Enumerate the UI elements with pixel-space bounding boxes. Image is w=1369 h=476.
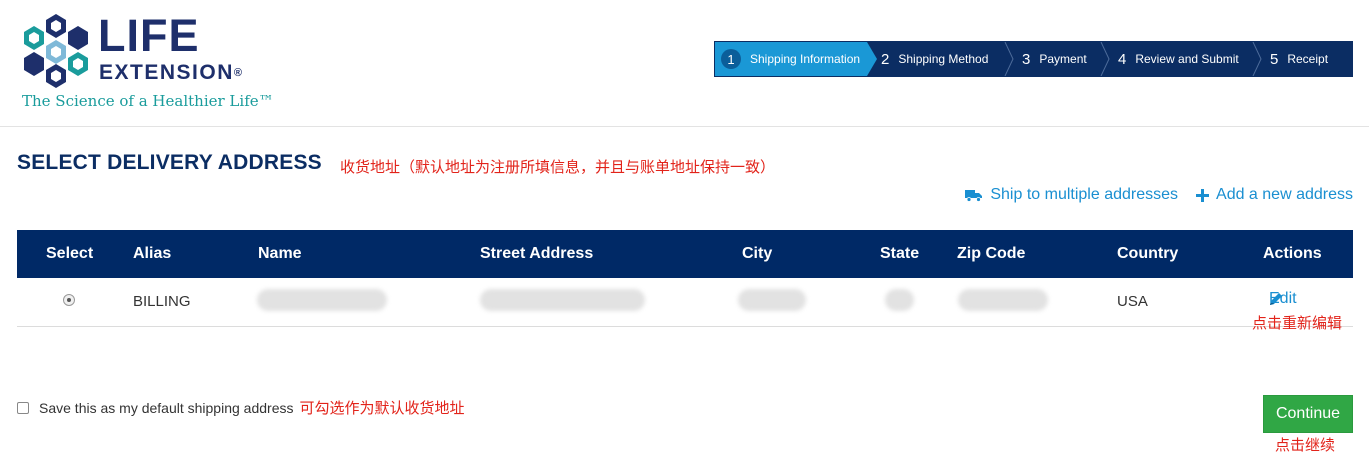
step-shipping-information: 1 Shipping Information (715, 42, 877, 76)
edit-annotation: 点击重新编辑 (1252, 315, 1343, 332)
add-new-address-link[interactable]: Add a new address (1196, 186, 1353, 204)
page-title: SELECT DELIVERY ADDRESS (17, 151, 322, 174)
column-header-street-address: Street Address (480, 245, 594, 262)
step-label: Receipt (1287, 52, 1329, 66)
save-default-checkbox[interactable] (17, 401, 29, 414)
column-header-state: State (880, 245, 920, 262)
step-number: 4 (1118, 50, 1127, 68)
title-annotation: 收货地址（默认地址为注册所填信息，并且与账单地址保持一致） (340, 159, 776, 176)
country-cell: USA (1117, 293, 1148, 310)
column-header-select: Select (46, 245, 94, 262)
step-number: 5 (1270, 50, 1279, 68)
step-label: Review and Submit (1135, 52, 1239, 66)
life-extension-logo[interactable]: LIFE EXTENSION® The Science of a Healthi… (20, 10, 300, 115)
chevron-right-icon (1100, 42, 1110, 76)
edit-address-link[interactable]: Edit (1269, 290, 1297, 307)
column-header-name: Name (258, 245, 302, 262)
state-cell-redacted (885, 289, 914, 311)
column-header-zip-code: Zip Code (957, 245, 1026, 262)
alias-cell: BILLING (133, 293, 191, 310)
step-number: 1 (721, 49, 741, 69)
step-review-and-submit: 4 Review and Submit (1104, 42, 1262, 76)
step-payment: 3 Payment (1008, 42, 1110, 76)
step-arrow (867, 42, 877, 76)
ship-multiple-label: Ship to multiple addresses (990, 186, 1179, 203)
add-new-address-label: Add a new address (1216, 186, 1353, 203)
step-label: Shipping Method (898, 52, 989, 66)
chevron-right-icon (1252, 42, 1262, 76)
save-default-row: Save this as my default shipping address… (17, 397, 465, 418)
truck-icon (965, 189, 983, 202)
step-label: Payment (1039, 52, 1087, 66)
address-action-links: Ship to multiple addresses Add a new add… (965, 186, 1353, 204)
logo-hexagon-icon (24, 14, 88, 88)
checkout-progress-steps: 1 Shipping Information 2 Shipping Method… (714, 41, 1353, 77)
edit-label: Edit (1269, 290, 1297, 307)
select-address-radio[interactable] (63, 294, 75, 306)
street-address-cell-redacted (480, 289, 645, 311)
step-shipping-method: 2 Shipping Method (867, 42, 1014, 76)
step-number: 2 (881, 50, 890, 68)
step-receipt: 5 Receipt (1256, 42, 1352, 76)
chevron-right-icon (1004, 42, 1014, 76)
logo-text-extension: EXTENSION® (99, 61, 244, 84)
column-header-actions: Actions (1263, 245, 1322, 262)
name-cell-redacted (257, 289, 387, 311)
continue-annotation: 点击继续 (1275, 437, 1336, 454)
address-table-header: Select Alias Name Street Address City St… (17, 230, 1353, 278)
table-row: BILLING USA Edit (17, 278, 1353, 327)
plus-icon (1196, 188, 1210, 202)
step-label: Shipping Information (750, 52, 861, 66)
ship-multiple-addresses-link[interactable]: Ship to multiple addresses (965, 186, 1178, 204)
save-default-annotation: 可勾选作为默认收货地址 (299, 400, 465, 417)
save-default-label[interactable]: Save this as my default shipping address (39, 400, 293, 416)
city-cell-redacted (738, 289, 806, 311)
logo-tagline: The Science of a Healthier Life™ (22, 92, 274, 110)
site-header: LIFE EXTENSION® The Science of a Healthi… (0, 0, 1369, 127)
logo-text-life: LIFE (98, 10, 200, 61)
zip-code-cell-redacted (958, 289, 1048, 311)
column-header-country: Country (1117, 245, 1179, 262)
column-header-alias: Alias (133, 245, 172, 262)
column-header-city: City (742, 245, 773, 262)
continue-button[interactable]: Continue (1263, 395, 1353, 433)
step-number: 3 (1022, 50, 1031, 68)
